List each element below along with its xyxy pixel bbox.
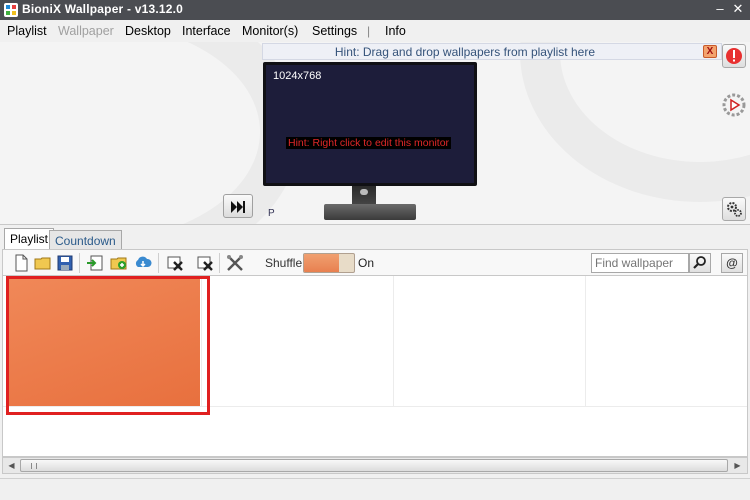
- shuffle-label: Shuffle: [265, 256, 303, 270]
- skip-next-icon: [231, 201, 245, 213]
- menu-playlist[interactable]: Playlist: [7, 24, 47, 38]
- scrollbar-thumb[interactable]: [20, 459, 728, 472]
- hint-close-button[interactable]: X: [703, 45, 717, 58]
- tab-playlist[interactable]: Playlist: [4, 228, 55, 251]
- menu-bar: Playlist Wallpaper Desktop Interface Mon…: [0, 20, 750, 42]
- monitor-screen[interactable]: 1024x768 Hint: Right click to edit this …: [266, 65, 474, 183]
- background-swirl: [520, 42, 750, 202]
- menu-desktop[interactable]: Desktop: [125, 24, 171, 38]
- menu-monitors[interactable]: Monitor(s): [242, 24, 298, 38]
- find-wallpaper-input[interactable]: [591, 253, 689, 273]
- remove-all-icon[interactable]: [195, 253, 215, 273]
- next-wallpaper-button[interactable]: [223, 194, 253, 218]
- scroll-right-arrow-icon[interactable]: ▶: [730, 459, 745, 472]
- playlist-toolbar: Shuffle On @: [2, 249, 748, 275]
- gears-icon: [727, 202, 742, 217]
- shuffle-toggle[interactable]: [303, 253, 355, 273]
- wallpaper-thumbnail[interactable]: [9, 279, 200, 406]
- menu-interface[interactable]: Interface: [182, 24, 231, 38]
- monitor-panel: Hint: Drag and drop wallpapers from play…: [0, 42, 750, 224]
- at-button[interactable]: @: [721, 253, 743, 273]
- app-logo-icon: [4, 3, 18, 17]
- horizontal-scrollbar[interactable]: ◀ ▶: [2, 457, 748, 474]
- tools-icon[interactable]: [225, 253, 245, 273]
- timer-play-button[interactable]: [722, 93, 746, 117]
- monitor-stand-base: [324, 204, 416, 220]
- monitor-preview[interactable]: 1024x768 Hint: Right click to edit this …: [263, 62, 477, 186]
- menu-info[interactable]: Info: [385, 24, 406, 38]
- playlist-grid: [2, 275, 748, 457]
- status-bar: [0, 478, 750, 500]
- scroll-left-arrow-icon[interactable]: ◀: [4, 459, 19, 472]
- minimize-button[interactable]: –: [712, 2, 728, 18]
- window-title: BioniX Wallpaper - v13.12.0: [22, 2, 184, 16]
- add-folder-icon[interactable]: [109, 253, 129, 273]
- monitor-edit-hint: Hint: Right click to edit this monitor: [286, 137, 452, 149]
- open-folder-icon[interactable]: [33, 253, 53, 273]
- shuffle-state: On: [358, 256, 375, 270]
- menu-wallpaper[interactable]: Wallpaper: [58, 24, 114, 38]
- monitor-resolution: 1024x768: [273, 70, 322, 82]
- monitor-label: P: [268, 208, 275, 219]
- shuffle-toggle-fill: [304, 254, 339, 272]
- search-icon: [693, 256, 706, 269]
- save-icon[interactable]: [55, 253, 75, 273]
- alert-button[interactable]: [722, 44, 746, 68]
- search-button[interactable]: [689, 253, 711, 273]
- drop-hint-text: Hint: Drag and drop wallpapers from play…: [334, 45, 595, 59]
- alert-icon: [726, 48, 742, 64]
- background-swirl: [0, 42, 300, 224]
- menu-settings[interactable]: Settings: [312, 24, 357, 38]
- menu-separator: |: [367, 24, 371, 38]
- tab-countdown[interactable]: Countdown: [49, 230, 122, 250]
- settings-button[interactable]: [722, 197, 746, 221]
- drop-hint-bar[interactable]: Hint: Drag and drop wallpapers from play…: [262, 43, 722, 60]
- timer-play-icon: [722, 93, 746, 117]
- cloud-download-icon[interactable]: [133, 253, 153, 273]
- tab-bar: Playlist Countdown: [0, 224, 750, 251]
- new-playlist-icon[interactable]: [11, 253, 31, 273]
- remove-item-icon[interactable]: [165, 253, 185, 273]
- title-bar: BioniX Wallpaper - v13.12.0 – ✕: [0, 0, 750, 20]
- import-icon[interactable]: [85, 253, 105, 273]
- monitor-stand-neck: [352, 186, 376, 204]
- close-button[interactable]: ✕: [730, 2, 746, 18]
